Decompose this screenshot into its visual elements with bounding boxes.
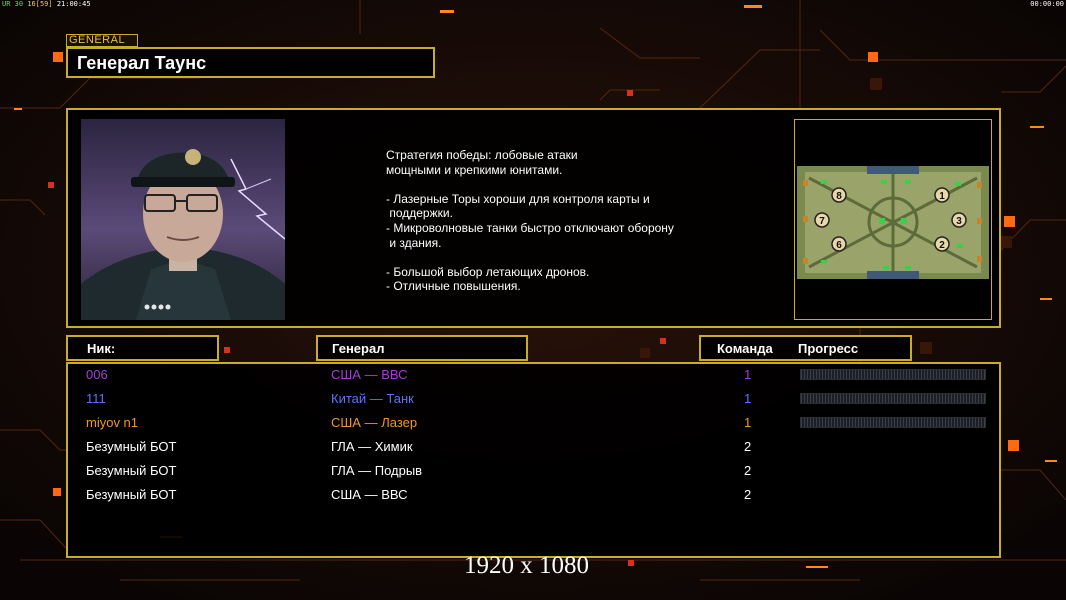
status-value-a: 30: [14, 0, 24, 8]
header-general: Генерал: [316, 335, 528, 361]
table-row: Безумный БОТ ГЛА — Подрыв 2: [68, 460, 999, 484]
player-team: 1: [744, 415, 752, 430]
player-general: ГЛА — Подрыв: [331, 463, 423, 478]
player-team: 2: [744, 487, 752, 502]
general-name-box: Генерал Таунс: [66, 47, 435, 78]
status-readout-right: 00:00:00: [1030, 0, 1064, 9]
table-row: 006 США — ВВС 1: [68, 364, 999, 388]
player-general: США — ВВС: [331, 487, 408, 502]
player-team: 1: [744, 391, 752, 406]
general-portrait: [81, 119, 285, 320]
player-nick: Безумный БОТ: [86, 463, 177, 478]
general-info-panel: Стратегия победы: лобовые атаки мощными …: [66, 108, 1001, 328]
header-general-label: Генерал: [332, 341, 385, 356]
table-row: miyov n1 США — Лазер 1: [68, 412, 999, 436]
player-team: 2: [744, 463, 752, 478]
status-clock: 21:00:45: [56, 0, 91, 8]
table-row: 111 Китай — Танк 1: [68, 388, 999, 412]
general-tag-label: GENERAL: [66, 34, 138, 47]
strategy-description: Стратегия победы: лобовые атаки мощными …: [386, 148, 674, 294]
players-table: 006 США — ВВС 1 111 Китай — Танк 1 miyov n1 США…: [66, 362, 1001, 558]
status-prefix: UR: [2, 0, 11, 8]
map-start-position: 1: [939, 191, 945, 202]
game-timer: 00:00:00: [1030, 0, 1064, 8]
map-start-position: 6: [836, 240, 842, 251]
map-start-position: 3: [956, 216, 962, 227]
status-value-c: [59]: [35, 0, 53, 8]
player-general: США — ВВС: [331, 367, 408, 382]
map-start-position: 7: [819, 216, 825, 227]
player-general: Китай — Танк: [331, 391, 414, 406]
minimap-image: 8 7 6 1 3 2: [795, 120, 991, 319]
table-row: Безумный БОТ США — ВВС 2: [68, 484, 999, 508]
header-team-label: Команда: [717, 341, 773, 356]
player-nick: miyov n1: [86, 415, 139, 430]
table-row: Безумный БОТ ГЛА — Химик 2: [68, 436, 999, 460]
portrait-image: [81, 119, 285, 320]
map-start-position: 2: [939, 240, 945, 251]
map-start-position: 8: [836, 191, 842, 202]
player-progress-bar: [800, 393, 986, 404]
status-readout-left: UR 30 16[59] 21:00:45: [2, 0, 91, 9]
header-team-progress: Команда Прогресс: [699, 335, 912, 361]
player-nick: 111: [86, 391, 106, 406]
header-nick-label: Ник:: [87, 341, 116, 356]
player-nick: 006: [86, 367, 108, 382]
general-name: Генерал Таунс: [77, 53, 207, 73]
player-progress-bar: [800, 417, 986, 428]
header-progress-label: Прогресс: [798, 341, 859, 356]
player-team: 1: [744, 367, 752, 382]
resolution-watermark: 1920 x 1080: [464, 552, 589, 579]
header-nick: Ник:: [66, 335, 219, 361]
player-team: 2: [744, 439, 752, 454]
map-preview: 8 7 6 1 3 2: [794, 119, 992, 320]
player-general: США — Лазер: [331, 415, 418, 430]
player-nick: Безумный БОТ: [86, 439, 177, 454]
player-progress-bar: [800, 369, 986, 380]
player-nick: Безумный БОТ: [86, 487, 177, 502]
player-general: ГЛА — Химик: [331, 439, 413, 454]
status-value-b: 16: [27, 0, 36, 8]
